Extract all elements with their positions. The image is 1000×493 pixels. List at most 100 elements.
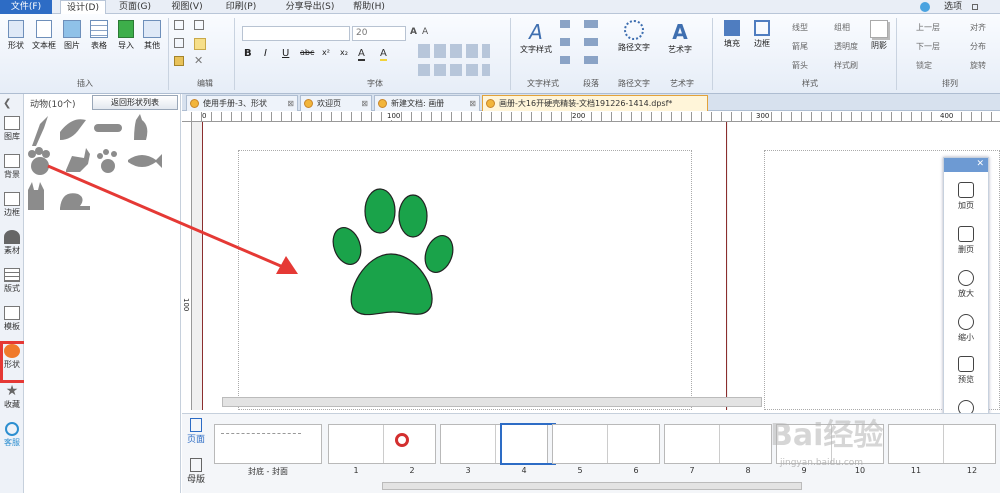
superscript-button[interactable]: x² [322, 48, 330, 57]
textbox-button[interactable]: 文本框 [30, 20, 58, 51]
sidebar-item-material[interactable]: 素材 [0, 230, 24, 256]
horizontal-scrollbar[interactable] [222, 397, 762, 407]
sidebar-item-border[interactable]: 边框 [0, 192, 24, 218]
ruler-mark: 300 [756, 112, 770, 120]
sidebar-item-gallery[interactable]: 图库 [0, 116, 24, 142]
tab-welcome[interactable]: 欢迎页 ⊠ [300, 95, 372, 111]
collapse-icon[interactable]: ❮ [3, 98, 11, 109]
border-button[interactable]: 边框 [748, 20, 776, 49]
doc-icon [190, 99, 199, 108]
cat-shape[interactable] [134, 114, 148, 140]
menu-design[interactable]: 设计(D) [60, 0, 106, 14]
group-button[interactable]: 组相 [834, 22, 850, 33]
other-button[interactable]: 其他 [140, 20, 164, 51]
text-effect-icons[interactable] [560, 20, 570, 74]
align-buttons[interactable] [418, 44, 490, 58]
pages-tab[interactable]: 页面 [186, 418, 206, 445]
bold-button[interactable]: B [244, 48, 252, 59]
underline-button[interactable]: U [282, 48, 289, 59]
tab-manual[interactable]: 使用手册-3、形状 ⊠ [186, 95, 298, 111]
close-icon[interactable]: ⊠ [287, 96, 294, 111]
master-tab[interactable]: 母版 [186, 458, 206, 485]
art-text-button[interactable]: A 艺术字 [660, 20, 700, 55]
page-thumbnail-1-2[interactable] [328, 424, 436, 464]
close-icon[interactable]: ⊠ [469, 96, 476, 111]
bird-shape[interactable] [60, 119, 86, 140]
paragraph-icons[interactable] [584, 20, 598, 74]
arrow-tail-button[interactable]: 箭尾 [792, 41, 808, 52]
cut-icon[interactable] [174, 20, 184, 30]
rotate-button[interactable]: 旋转 [970, 60, 986, 71]
page-strip-scrollbar[interactable] [382, 482, 802, 490]
highlight-color-button[interactable]: A [380, 48, 387, 61]
sidebar-item-favorites[interactable]: ★ 收藏 [0, 384, 24, 410]
menu-page[interactable]: 页面(G) [112, 0, 158, 14]
page-thumbnail-11-12[interactable] [888, 424, 996, 464]
shape-button[interactable]: 形状 [4, 20, 28, 51]
menu-share-export[interactable]: 分享导出(S) [278, 0, 342, 14]
arrow-head-button[interactable]: 箭头 [792, 60, 808, 71]
hand-icon[interactable] [194, 20, 204, 30]
help-icon[interactable] [920, 2, 930, 12]
shrink-font-icon[interactable]: A [422, 27, 430, 37]
cover-preview-shapes [221, 433, 301, 451]
paste-icon[interactable] [174, 56, 184, 66]
align-button[interactable]: 对齐 [970, 22, 986, 33]
zoom-out-button[interactable]: 缩小 [944, 314, 988, 343]
text-style-button[interactable]: A 文字样式 [516, 20, 556, 55]
back-to-shapes-button[interactable]: 返回形状列表 [92, 95, 178, 110]
page-number: 12 [966, 466, 978, 475]
page-thumbnail-5-6[interactable] [552, 424, 660, 464]
sidebar-item-layout[interactable]: 版式 [0, 268, 24, 294]
italic-button[interactable]: I [264, 48, 267, 59]
table-button[interactable]: 表格 [86, 20, 112, 51]
copy-icon[interactable] [174, 38, 184, 48]
separator [234, 18, 235, 90]
transparency-button[interactable]: 透明度 [834, 41, 858, 52]
style-brush-button[interactable]: 样式刷 [834, 60, 858, 71]
image-button[interactable]: 图片 [60, 20, 84, 51]
strikethrough-button[interactable]: abc [300, 48, 314, 57]
font-size-select[interactable]: 20 [352, 26, 406, 41]
shadow-button[interactable]: 阴影 [866, 20, 892, 51]
sidebar-item-support[interactable]: 客服 [0, 422, 24, 448]
zoom-in-button[interactable]: 放大 [944, 270, 988, 299]
menu-print[interactable]: 印刷(P) [218, 0, 264, 14]
menu-file[interactable]: 文件(F) [0, 0, 52, 14]
add-page-button[interactable]: 加页 [944, 182, 988, 211]
options-button[interactable]: 选项 [938, 0, 968, 14]
tab-new-doc[interactable]: 新建文档: 画册 ⊠ [374, 95, 480, 111]
preview-button[interactable]: 预览 [944, 356, 988, 385]
close-icon[interactable]: ✕ [976, 159, 984, 169]
delete-page-button[interactable]: 删页 [944, 226, 988, 255]
minimize-ribbon-icon[interactable] [972, 4, 978, 10]
import-button[interactable]: 导入 [114, 20, 138, 51]
spacing-buttons[interactable] [418, 64, 490, 76]
page-thumbnail-7-8[interactable] [664, 424, 772, 464]
font-family-select[interactable] [242, 26, 350, 41]
font-color-button[interactable]: A [358, 48, 365, 61]
close-icon[interactable]: ⊠ [361, 96, 368, 111]
lock-button[interactable]: 锁定 [916, 60, 932, 71]
sidebar-item-template[interactable]: 模板 [0, 306, 24, 332]
fill-button[interactable]: 填充 [718, 20, 746, 49]
grow-font-icon[interactable]: A [410, 27, 418, 37]
cover-thumbnail[interactable] [214, 424, 322, 464]
bring-forward-button[interactable]: 上一层 [916, 22, 940, 33]
distribute-button[interactable]: 分布 [970, 41, 986, 52]
parrot-shape[interactable] [32, 116, 48, 146]
path-text-button[interactable]: 路径文字 [612, 20, 656, 53]
send-backward-button[interactable]: 下一层 [916, 41, 940, 52]
paw-shape-selected[interactable] [327, 188, 457, 318]
tab-album-active[interactable]: 画册-大16开硬壳精装-文档191226-1414.dpsf* [482, 95, 708, 111]
subscript-button[interactable]: x₂ [340, 48, 348, 57]
menu-help[interactable]: 帮助(H) [346, 0, 392, 14]
layout-icon [4, 268, 20, 282]
zoom-out-icon [958, 314, 974, 330]
select-pointer-icon[interactable] [194, 38, 206, 50]
sidebar-item-background[interactable]: 背景 [0, 154, 24, 180]
bone-shape[interactable] [94, 124, 122, 132]
delete-icon[interactable]: ✕ [194, 55, 204, 66]
line-type-button[interactable]: 线型 [792, 22, 808, 33]
menu-view[interactable]: 视图(V) [164, 0, 210, 14]
